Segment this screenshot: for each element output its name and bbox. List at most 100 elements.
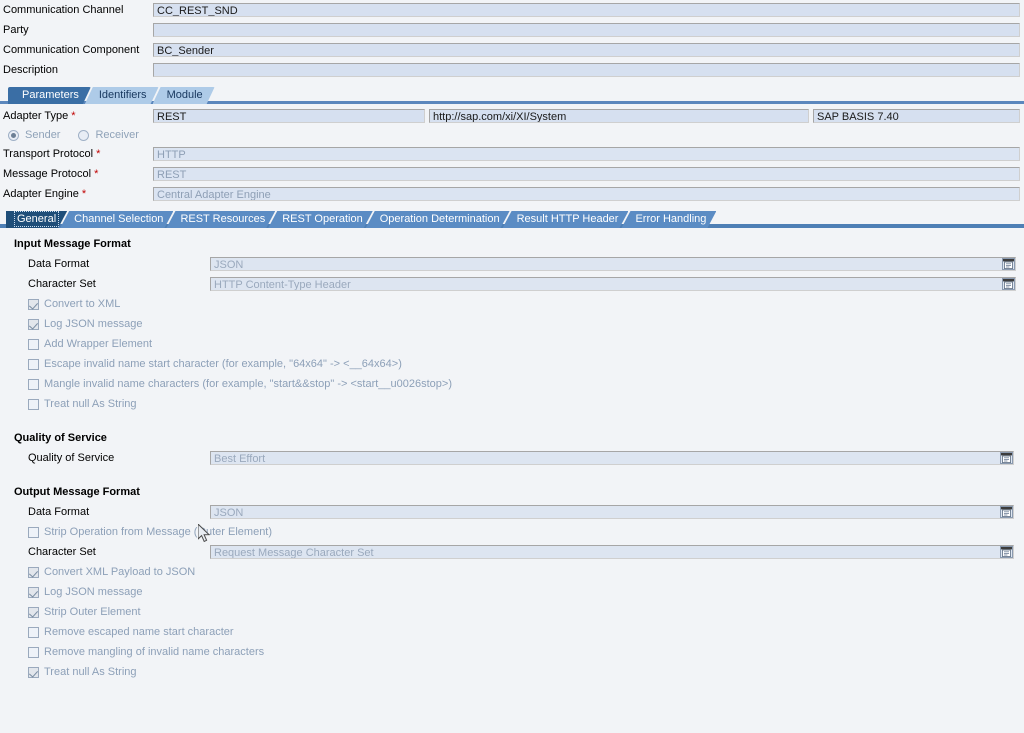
checkbox-escape-invalid-name-start-character[interactable]: Escape invalid name start character (for… bbox=[0, 354, 1024, 374]
subtab-general-label: General bbox=[17, 213, 57, 225]
transport-protocol-input[interactable]: HTTP bbox=[153, 147, 1020, 161]
communication-channel-input[interactable]: CC_REST_SND bbox=[153, 3, 1020, 17]
checkbox-remove-mangling-of-invalid-name-characters-box[interactable] bbox=[28, 646, 39, 658]
checkbox-strip-operation-from-message-box[interactable] bbox=[28, 526, 39, 538]
quality-of-service-select[interactable]: Best Effort bbox=[210, 451, 1014, 465]
sender-radio[interactable] bbox=[8, 129, 19, 141]
section-spacer-1 bbox=[0, 414, 1024, 432]
checkbox-treat-null-as-string-input-label: Treat null As String bbox=[44, 398, 137, 410]
output-character-set-select[interactable]: Request Message Character Set bbox=[210, 545, 1014, 559]
checkbox-treat-null-as-string-input[interactable]: Treat null As String bbox=[0, 394, 1024, 414]
checkbox-convert-xml-payload-to-json[interactable]: Convert XML Payload to JSON bbox=[0, 562, 1024, 582]
checkbox-mangle-invalid-name-characters[interactable]: Mangle invalid name characters (for exam… bbox=[0, 374, 1024, 394]
tab-parameters[interactable]: Parameters bbox=[8, 87, 91, 104]
general-tab-content: Input Message Format Data Format JSON Ch… bbox=[0, 228, 1024, 682]
checkbox-treat-null-as-string-input-box[interactable] bbox=[28, 398, 39, 410]
checkbox-convert-to-xml[interactable]: Convert to XML bbox=[0, 294, 1024, 314]
communication-component-input[interactable]: BC_Sender bbox=[153, 43, 1020, 57]
adapter-engine-input[interactable]: Central Adapter Engine bbox=[153, 187, 1020, 201]
checkbox-log-json-message-input[interactable]: Log JSON message bbox=[0, 314, 1024, 334]
tab-identifiers[interactable]: Identifiers bbox=[85, 87, 159, 104]
receiver-radio[interactable] bbox=[78, 129, 90, 141]
parameter-sub-tab-strip: General Channel Selection REST Resources… bbox=[0, 209, 1024, 228]
checkbox-convert-xml-payload-to-json-label: Convert XML Payload to JSON bbox=[44, 566, 196, 578]
tab-module-label: Module bbox=[166, 89, 203, 101]
output-data-format-field-wrap: JSON bbox=[210, 505, 1014, 519]
adapter-namespace-input[interactable]: http://sap.com/xi/XI/System bbox=[429, 109, 809, 123]
value-help-icon[interactable] bbox=[1000, 506, 1013, 518]
adapter-type-input[interactable]: REST bbox=[153, 109, 425, 123]
checkbox-strip-outer-element[interactable]: Strip Outer Element bbox=[0, 602, 1024, 622]
checkbox-remove-escaped-name-start-character[interactable]: Remove escaped name start character bbox=[0, 622, 1024, 642]
subtab-rest-resources-label: REST Resources bbox=[180, 213, 266, 225]
input-data-format-label: Data Format bbox=[28, 258, 90, 270]
party-input[interactable] bbox=[153, 23, 1020, 37]
party-label: Party bbox=[3, 24, 29, 36]
subtab-channel-selection[interactable]: Channel Selection bbox=[60, 211, 173, 228]
subtab-result-http-header[interactable]: Result HTTP Header bbox=[503, 211, 629, 228]
subtab-error-handling[interactable]: Error Handling bbox=[621, 211, 716, 228]
checkbox-add-wrapper-element[interactable]: Add Wrapper Element bbox=[0, 334, 1024, 354]
checkbox-mangle-invalid-name-characters-label: Mangle invalid name characters (for exam… bbox=[44, 378, 452, 390]
tab-module[interactable]: Module bbox=[153, 87, 215, 104]
header-row-party: Party bbox=[0, 20, 1024, 40]
message-protocol-field-wrap: REST bbox=[153, 167, 1020, 181]
subtab-operation-determination-label: Operation Determination bbox=[379, 213, 500, 225]
checkbox-escape-invalid-name-start-character-label: Escape invalid name start character (for… bbox=[44, 358, 402, 370]
communication-component-field-wrap: BC_Sender bbox=[153, 43, 1020, 57]
output-character-set-row: Character Set Request Message Character … bbox=[0, 542, 1024, 562]
input-data-format-field-wrap: JSON bbox=[210, 257, 1016, 271]
quality-of-service-row: Quality of Service Best Effort bbox=[0, 448, 1024, 468]
subtab-general[interactable]: General bbox=[6, 211, 67, 228]
party-field-wrap bbox=[153, 23, 1020, 37]
message-protocol-label: Message Protocol * bbox=[0, 168, 153, 180]
transport-protocol-label-text: Transport Protocol bbox=[3, 148, 94, 160]
adapter-type-required-marker: * bbox=[71, 110, 76, 122]
checkbox-strip-outer-element-box[interactable] bbox=[28, 606, 39, 618]
checkbox-escape-invalid-name-start-character-box[interactable] bbox=[28, 358, 39, 370]
checkbox-log-json-message-input-label: Log JSON message bbox=[44, 318, 143, 330]
checkbox-log-json-message-input-box[interactable] bbox=[28, 318, 39, 330]
value-help-icon[interactable] bbox=[1002, 278, 1015, 290]
adapter-swcv-input[interactable]: SAP BASIS 7.40 bbox=[813, 109, 1020, 123]
checkbox-log-json-message-output[interactable]: Log JSON message bbox=[0, 582, 1024, 602]
checkbox-remove-escaped-name-start-character-label: Remove escaped name start character bbox=[44, 626, 234, 638]
message-protocol-label-text: Message Protocol bbox=[3, 168, 92, 180]
description-input[interactable] bbox=[153, 63, 1020, 77]
checkbox-convert-xml-payload-to-json-box[interactable] bbox=[28, 566, 39, 578]
checkbox-mangle-invalid-name-characters-box[interactable] bbox=[28, 378, 39, 390]
channel-header-form: Communication Channel CC_REST_SND Party … bbox=[0, 0, 1024, 80]
input-character-set-row: Character Set HTTP Content-Type Header bbox=[0, 274, 1024, 294]
input-data-format-select[interactable]: JSON bbox=[210, 257, 1016, 271]
section-spacer-2 bbox=[0, 468, 1024, 486]
output-data-format-select[interactable]: JSON bbox=[210, 505, 1014, 519]
transport-protocol-required-marker: * bbox=[96, 148, 101, 160]
subtab-operation-determination[interactable]: Operation Determination bbox=[366, 211, 510, 228]
value-help-icon[interactable] bbox=[1002, 258, 1015, 270]
checkbox-treat-null-as-string-output[interactable]: Treat null As String bbox=[0, 662, 1024, 682]
checkbox-remove-escaped-name-start-character-box[interactable] bbox=[28, 626, 39, 638]
subtab-result-http-header-label: Result HTTP Header bbox=[516, 213, 619, 225]
message-protocol-input[interactable]: REST bbox=[153, 167, 1020, 181]
checkbox-log-json-message-output-box[interactable] bbox=[28, 586, 39, 598]
input-character-set-field-wrap: HTTP Content-Type Header bbox=[210, 277, 1016, 291]
subtab-rest-operation-label: REST Operation bbox=[282, 213, 363, 225]
checkbox-remove-mangling-of-invalid-name-characters-label: Remove mangling of invalid name characte… bbox=[44, 646, 265, 658]
value-help-icon[interactable] bbox=[1000, 452, 1013, 464]
input-character-set-select[interactable]: HTTP Content-Type Header bbox=[210, 277, 1016, 291]
checkbox-remove-mangling-of-invalid-name-characters[interactable]: Remove mangling of invalid name characte… bbox=[0, 642, 1024, 662]
checkbox-strip-operation-from-message[interactable]: Strip Operation from Message (Outer Elem… bbox=[0, 522, 1024, 542]
subtab-rest-operation[interactable]: REST Operation bbox=[268, 211, 373, 228]
tab-identifiers-label: Identifiers bbox=[98, 89, 147, 101]
message-protocol-row: Message Protocol * REST bbox=[0, 164, 1024, 184]
header-row-communication-channel: Communication Channel CC_REST_SND bbox=[0, 0, 1024, 20]
checkbox-treat-null-as-string-output-box[interactable] bbox=[28, 666, 39, 678]
checkbox-add-wrapper-element-box[interactable] bbox=[28, 338, 39, 350]
adapter-type-label: Adapter Type * bbox=[0, 110, 153, 122]
adapter-type-fields: REST http://sap.com/xi/XI/System SAP BAS… bbox=[153, 109, 1020, 123]
input-data-format-row: Data Format JSON bbox=[0, 254, 1024, 274]
checkbox-convert-to-xml-box[interactable] bbox=[28, 298, 39, 310]
value-help-icon[interactable] bbox=[1000, 546, 1013, 558]
transport-protocol-label: Transport Protocol * bbox=[0, 148, 153, 160]
subtab-rest-resources[interactable]: REST Resources bbox=[166, 211, 275, 228]
